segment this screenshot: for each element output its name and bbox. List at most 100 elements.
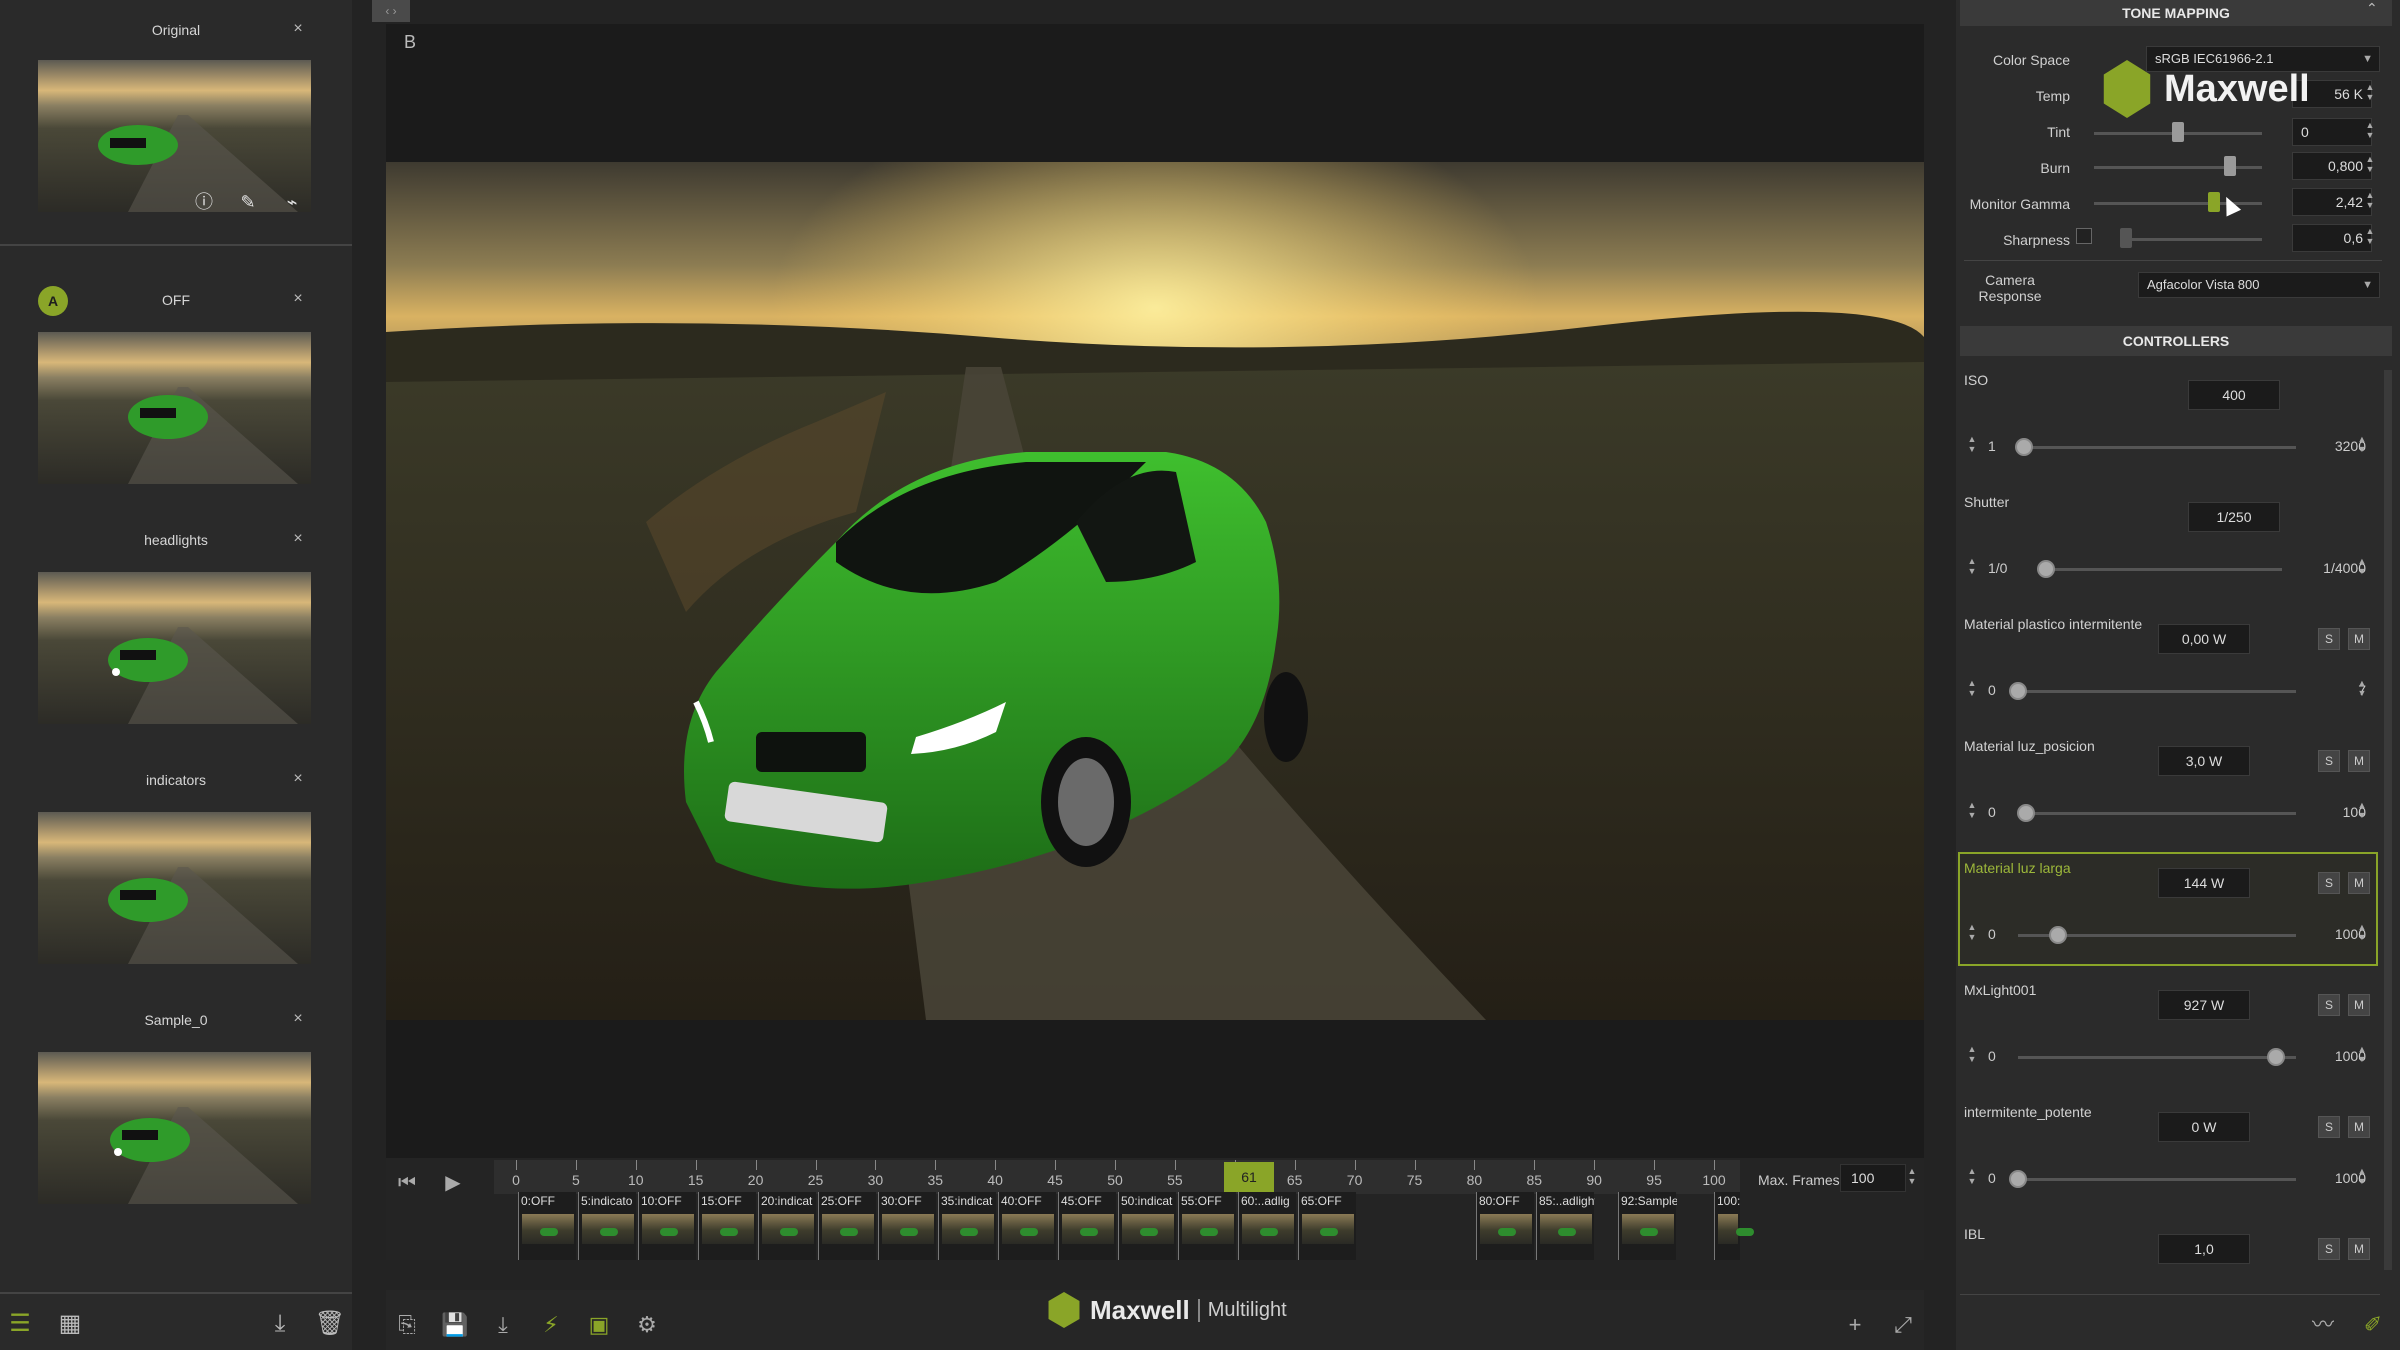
controller-spinner[interactable]: ▲ ▼ (1966, 678, 1978, 698)
solo-button[interactable]: S (2318, 750, 2340, 772)
solo-button[interactable]: S (2318, 872, 2340, 894)
controller-spinner[interactable]: ▲ ▼ (2356, 800, 2368, 820)
tone-mapping-header[interactable]: TONE MAPPING (1960, 0, 2392, 26)
controller-value-input[interactable]: 0 W (2158, 1112, 2250, 1142)
frame-icon[interactable]: ▣ (582, 1308, 616, 1342)
monitor-gamma-spinner[interactable]: ▲ ▼ (2364, 190, 2376, 210)
temp-spinner[interactable]: ▲ ▼ (2364, 82, 2376, 102)
controller-slider[interactable] (2018, 812, 2296, 815)
keyframe[interactable]: 25:OFF (818, 1192, 876, 1260)
controller-value-input[interactable]: 400 (2188, 380, 2280, 410)
keyframe[interactable]: 55:OFF (1178, 1192, 1236, 1260)
controller-value-input[interactable]: 144 W (2158, 868, 2250, 898)
controller-value-input[interactable]: 927 W (2158, 990, 2250, 1020)
tint-input[interactable]: 0 (2292, 118, 2372, 146)
keyframe[interactable]: 45:OFF (1058, 1192, 1116, 1260)
controller-spinner[interactable]: ▲ ▼ (2356, 922, 2368, 942)
max-frames-input[interactable]: 100 (1840, 1164, 1906, 1192)
controller-slider-handle[interactable] (2014, 438, 2033, 456)
burn-slider[interactable] (2094, 166, 2262, 169)
controller-spinner[interactable]: ▲ ▼ (1966, 922, 1978, 942)
panel-collapse-arrows[interactable]: ‹ › (372, 0, 410, 22)
controller-slider-handle[interactable] (2266, 1048, 2285, 1066)
play-icon[interactable]: ▶ (438, 1168, 468, 1198)
controller-spinner[interactable]: ▲ ▼ (2356, 556, 2368, 576)
camera-response-dropdown[interactable]: Agfacolor Vista 800 ▼ (2138, 272, 2380, 298)
close-icon[interactable]: × (288, 20, 308, 38)
scene-thumbnail-sample0[interactable] (38, 1052, 311, 1204)
original-thumbnail[interactable] (38, 60, 311, 212)
keyframe[interactable]: 10:OFF (638, 1192, 696, 1260)
controller-spinner[interactable]: ▲ ▼ (1966, 556, 1978, 576)
solo-button[interactable]: S (2318, 994, 2340, 1016)
controller-slider[interactable] (2044, 568, 2282, 571)
controllers-header[interactable]: CONTROLLERS (1960, 326, 2392, 356)
add-icon[interactable]: + (1838, 1308, 1872, 1342)
trash-icon[interactable]: 🗑 (314, 1308, 346, 1340)
sharpness-slider[interactable] (2120, 238, 2262, 241)
solo-button[interactable]: S (2318, 628, 2340, 650)
burn-input[interactable]: 0,800 (2292, 152, 2372, 180)
burn-spinner[interactable]: ▲ ▼ (2364, 154, 2376, 174)
controller-slider[interactable] (2018, 446, 2296, 449)
close-icon[interactable]: × (288, 530, 308, 548)
mute-button[interactable]: M (2348, 1238, 2370, 1260)
controller-slider-handle[interactable] (2049, 926, 2068, 944)
timeline-playhead[interactable]: 61 (1224, 1162, 1274, 1192)
eyedropper-icon[interactable]: ⌁ (278, 188, 306, 216)
controller-value-input[interactable]: 3,0 W (2158, 746, 2250, 776)
keyframe[interactable]: 40:OFF (998, 1192, 1056, 1260)
sharpness-spinner[interactable]: ▲ ▼ (2364, 226, 2376, 246)
controller-value-input[interactable]: 0,00 W (2158, 624, 2250, 654)
list-view-icon[interactable]: ☰ (4, 1308, 36, 1340)
controller-spinner[interactable]: ▲ ▼ (2356, 434, 2368, 454)
close-icon[interactable]: × (288, 290, 308, 308)
controller-spinner[interactable]: ▲ ▼ (2356, 678, 2368, 698)
pen-icon[interactable]: ✎ (234, 188, 262, 216)
controller-spinner[interactable]: ▲ ▼ (2356, 1166, 2368, 1186)
controller-spinner[interactable]: ▲ ▼ (1966, 1166, 1978, 1186)
keyframe[interactable]: 92:Sample_0 (1618, 1192, 1677, 1260)
keyframe[interactable]: 50:indicat (1118, 1192, 1176, 1260)
solo-button[interactable]: S (2318, 1116, 2340, 1138)
controller-value-input[interactable]: 1/250 (2188, 502, 2280, 532)
chevron-up-icon[interactable]: ⌃ (2366, 0, 2378, 17)
keyframe[interactable]: 15:OFF (698, 1192, 756, 1260)
controller-slider[interactable] (2018, 690, 2296, 693)
close-icon[interactable]: × (288, 770, 308, 788)
controller-slider[interactable] (2018, 1178, 2296, 1181)
keyframe[interactable]: 60:..adlig (1238, 1192, 1296, 1260)
mute-button[interactable]: M (2348, 872, 2370, 894)
monitor-gamma-input[interactable]: 2,42 (2292, 188, 2372, 216)
controller-value-input[interactable]: 1,0 (2158, 1234, 2250, 1264)
controller-slider-handle[interactable] (2009, 1170, 2027, 1188)
new-file-icon[interactable]: ⎘ (390, 1308, 424, 1342)
keyframe[interactable]: 35:indicat (938, 1192, 996, 1260)
save-icon[interactable]: 💾 (438, 1308, 472, 1342)
scene-thumbnail-indicators[interactable] (38, 812, 311, 964)
sharpness-checkbox[interactable] (2076, 228, 2092, 244)
keyframe[interactable]: 0:OFF (518, 1192, 576, 1260)
grid-view-icon[interactable]: ▦ (54, 1308, 86, 1340)
lightning-icon[interactable]: ⚡ (534, 1308, 568, 1342)
sharpness-slider-handle[interactable] (2120, 228, 2132, 248)
import-icon[interactable]: ⤓ (264, 1308, 296, 1340)
info-icon[interactable]: ⓘ (190, 188, 218, 216)
fullscreen-icon[interactable]: ⤢ (1886, 1308, 1920, 1342)
tint-slider-handle[interactable] (2172, 122, 2184, 142)
export-icon[interactable]: ⤓ (486, 1308, 520, 1342)
keyframe[interactable]: 30:OFF (878, 1192, 936, 1260)
monitor-gamma-slider-handle[interactable] (2208, 192, 2220, 212)
skip-start-icon[interactable]: ⏮ (392, 1168, 422, 1198)
keyframe[interactable]: 100: (1714, 1192, 1754, 1260)
keyframe[interactable]: 5:indicato (578, 1192, 636, 1260)
solo-button[interactable]: S (2318, 1238, 2340, 1260)
curve-icon[interactable]: 〰 (2306, 1308, 2340, 1342)
controller-slider-handle[interactable] (2009, 682, 2027, 700)
controller-spinner[interactable]: ▲ ▼ (1966, 434, 1978, 454)
settings-gear-icon[interactable]: ⚙ (630, 1308, 664, 1342)
keyframe[interactable]: 20:indicat (758, 1192, 816, 1260)
mute-button[interactable]: M (2348, 628, 2370, 650)
render-image[interactable] (386, 162, 1924, 1020)
controller-spinner[interactable]: ▲ ▼ (1966, 1044, 1978, 1064)
